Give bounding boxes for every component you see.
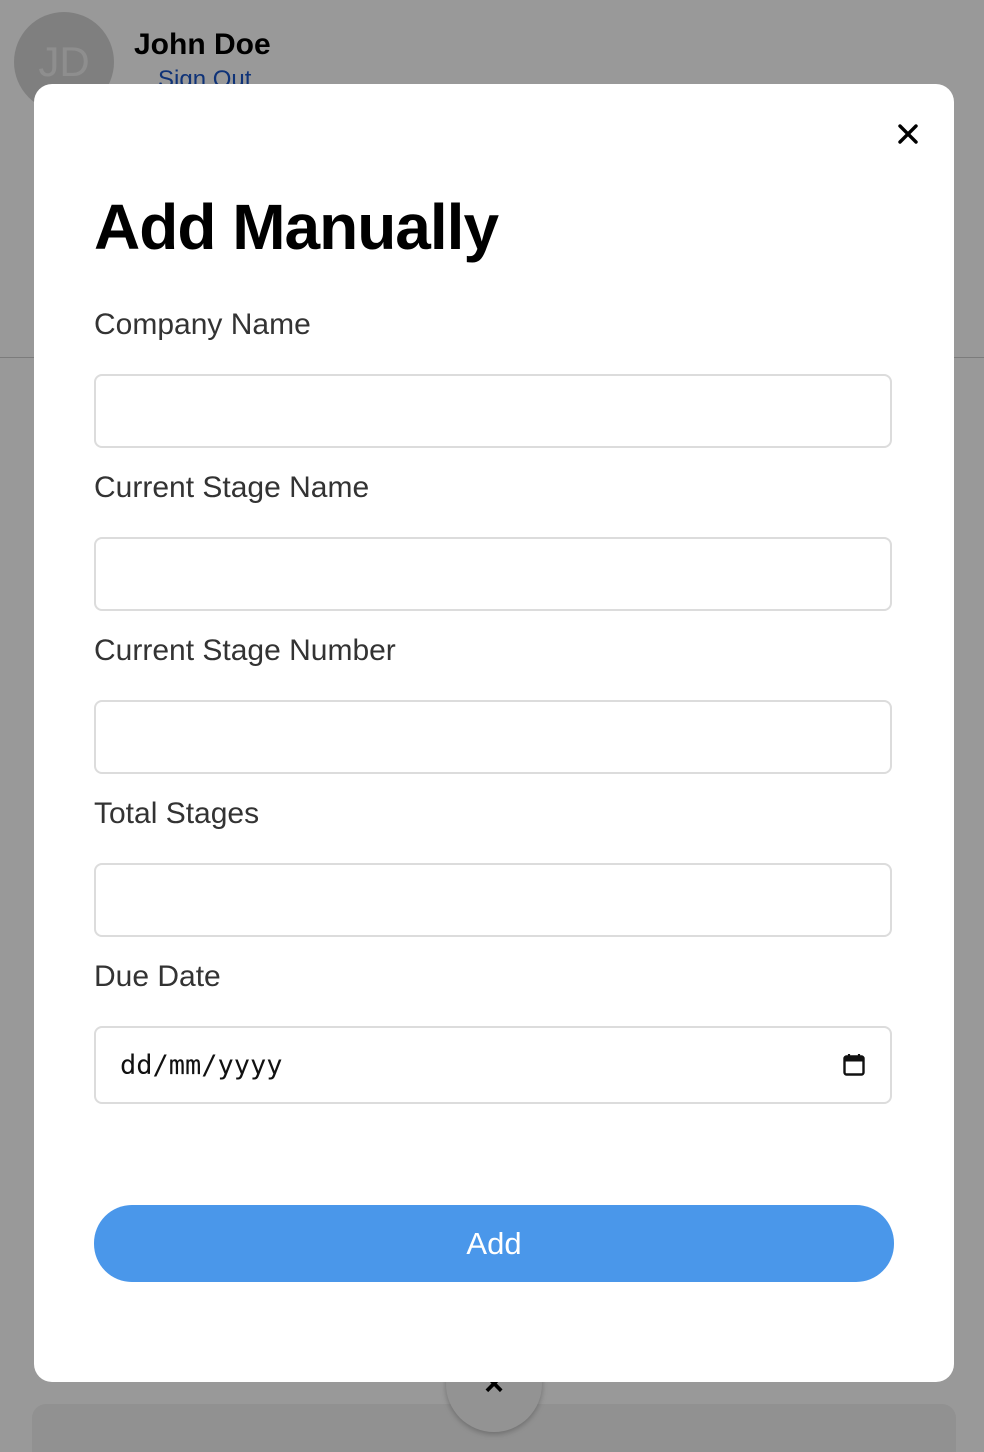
add-manually-modal: Add Manually Company Name Current Stage … (34, 84, 954, 1382)
due-date-input[interactable]: dd/mm/yyyy (94, 1026, 892, 1104)
due-date-label: Due Date (94, 960, 221, 993)
company-name-input[interactable] (94, 374, 892, 448)
modal-title: Add Manually (94, 191, 499, 263)
add-button[interactable]: Add (94, 1205, 894, 1282)
company-name-label: Company Name (94, 308, 311, 341)
due-date-placeholder: dd/mm/yyyy (120, 1049, 283, 1081)
current-stage-number-input[interactable] (94, 700, 892, 774)
close-button[interactable] (892, 118, 924, 150)
calendar-icon[interactable] (842, 1053, 866, 1077)
current-stage-number-label: Current Stage Number (94, 634, 396, 667)
close-icon (898, 124, 918, 144)
total-stages-input[interactable] (94, 863, 892, 937)
current-stage-name-label: Current Stage Name (94, 471, 370, 504)
current-stage-name-input[interactable] (94, 537, 892, 611)
total-stages-label: Total Stages (94, 797, 260, 830)
